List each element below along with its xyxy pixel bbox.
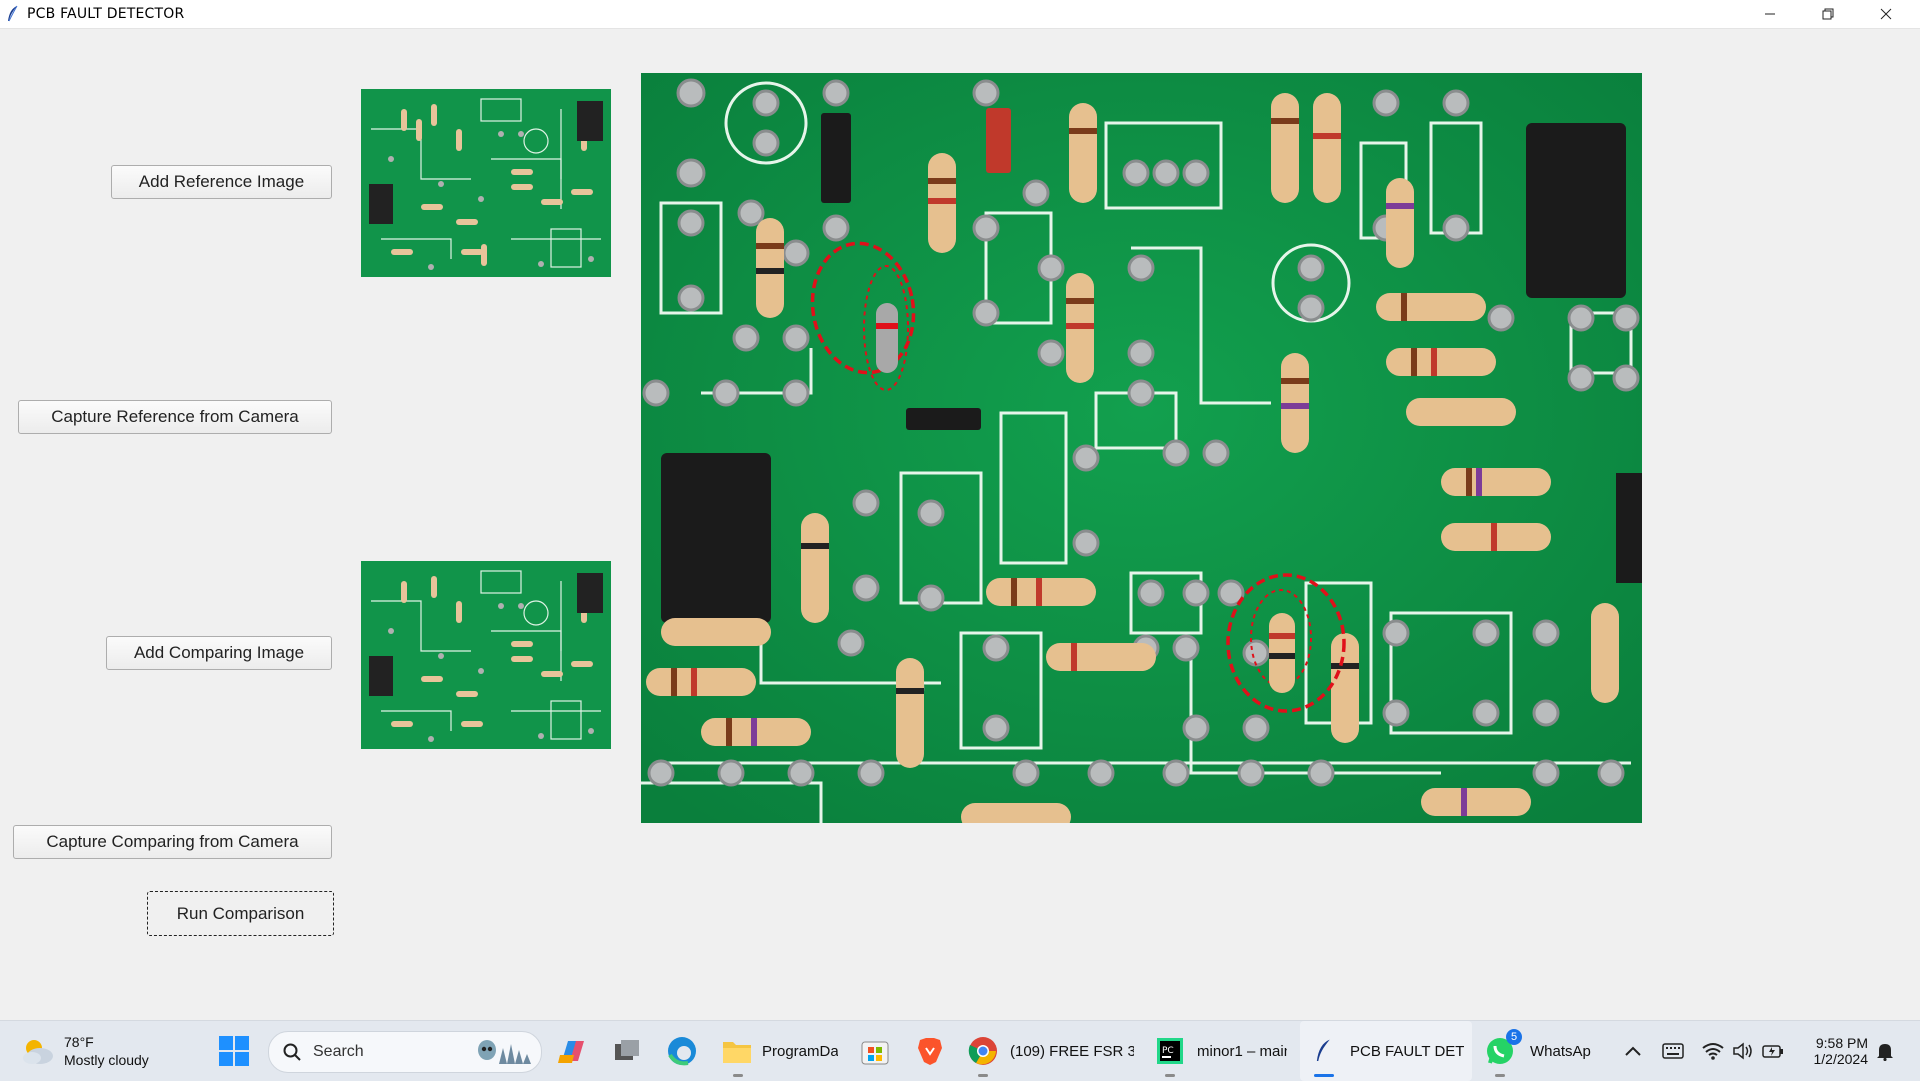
restore-button[interactable] [1799, 0, 1857, 28]
weather-temperature: 78°F [64, 1034, 94, 1050]
battery-charging-icon [1762, 1045, 1783, 1058]
search-icon [283, 1043, 301, 1061]
add-comparing-image-button[interactable]: Add Comparing Image [106, 636, 332, 670]
wifi-tray-button[interactable] [1702, 1021, 1724, 1081]
add-reference-image-button[interactable]: Add Reference Image [111, 165, 332, 199]
weather-description: Mostly cloudy [64, 1052, 149, 1068]
minimize-icon [1765, 13, 1775, 15]
svg-text:PC: PC [1162, 1046, 1174, 1056]
windows-logo-icon [219, 1036, 249, 1066]
weather-widget[interactable]: 78°F Mostly cloudy [20, 1021, 149, 1081]
taskbar-app-label: (109) FREE FSR 3 F [1010, 1042, 1134, 1060]
notification-badge: 5 [1506, 1029, 1522, 1045]
cloud-sun-icon [23, 1040, 53, 1064]
window-title: PCB FAULT DETECTOR [27, 6, 185, 22]
keyboard-tray-button[interactable] [1662, 1021, 1684, 1081]
chrome-icon [968, 1037, 997, 1065]
taskbar-app-label: ProgramDa [762, 1042, 838, 1060]
reference-image-thumbnail [361, 89, 611, 277]
running-indicator [1495, 1074, 1505, 1077]
taskbar: 78°F Mostly cloudy Search ProgramDa (109… [0, 1020, 1920, 1081]
capture-comparing-camera-button[interactable]: Capture Comparing from Camera [13, 825, 332, 859]
task-view-button[interactable] [612, 1021, 642, 1081]
close-icon [1880, 8, 1892, 20]
keyboard-icon [1662, 1043, 1684, 1059]
speaker-icon [1733, 1042, 1752, 1060]
clock[interactable]: 9:58 PM 1/2/2024 [1800, 1021, 1869, 1081]
edge-icon [668, 1037, 696, 1066]
title-bar: PCB FAULT DETECTOR [0, 0, 1920, 29]
battery-tray-button[interactable] [1762, 1021, 1784, 1081]
close-button[interactable] [1857, 0, 1915, 28]
running-indicator [733, 1074, 743, 1077]
taskbar-app-whatsapp[interactable]: 5 WhatsAp [1484, 1021, 1594, 1081]
search-placeholder: Search [313, 1043, 364, 1060]
folder-icon [723, 1042, 751, 1063]
clock-time: 9:58 PM [1815, 1035, 1868, 1051]
store-button[interactable] [860, 1021, 890, 1081]
edge-button[interactable] [666, 1021, 698, 1081]
taskbar-app-pcb-fault-detector[interactable]: PCB FAULT DETE [1300, 1021, 1472, 1081]
main-window: Add Reference Image Capture Reference fr… [0, 29, 1920, 1020]
run-comparison-button[interactable]: Run Comparison [147, 891, 334, 936]
taskbar-app-label: WhatsAp [1530, 1042, 1591, 1060]
notifications-button[interactable] [1876, 1021, 1894, 1081]
brave-lion-icon [918, 1038, 942, 1065]
minimize-button[interactable] [1741, 0, 1799, 28]
wifi-icon [1702, 1043, 1724, 1060]
taskbar-app-chrome[interactable]: (109) FREE FSR 3 F [968, 1021, 1134, 1081]
active-indicator [1314, 1074, 1334, 1077]
taskbar-app-pycharm[interactable]: PC minor1 – main [1157, 1021, 1287, 1081]
start-button[interactable] [218, 1021, 250, 1081]
show-hidden-icons-button[interactable] [1624, 1021, 1642, 1081]
task-view-icon [615, 1040, 639, 1060]
chevron-up-icon [1625, 1046, 1641, 1056]
taskbar-app-label: minor1 – main [1197, 1042, 1287, 1060]
comparison-result-image [641, 73, 1642, 823]
pycharm-icon: PC [1157, 1038, 1183, 1064]
taskbar-app-label: PCB FAULT DETE [1350, 1042, 1464, 1060]
volume-tray-button[interactable] [1732, 1021, 1754, 1081]
store-icon [861, 1041, 889, 1065]
copilot-icon [558, 1041, 584, 1063]
brave-button[interactable] [916, 1021, 944, 1081]
copilot-button[interactable] [556, 1021, 588, 1081]
taskbar-app-file-explorer[interactable]: ProgramDa [722, 1021, 838, 1081]
running-indicator [978, 1074, 988, 1077]
search-input[interactable]: Search [268, 1031, 542, 1073]
comparing-image-thumbnail [361, 561, 611, 749]
bell-icon [1877, 1044, 1893, 1061]
restore-icon [1822, 8, 1834, 20]
running-indicator [1165, 1074, 1175, 1077]
search-highlight-icon [478, 1040, 531, 1064]
clock-date: 1/2/2024 [1813, 1051, 1869, 1067]
feather-icon [8, 5, 18, 22]
capture-reference-camera-button[interactable]: Capture Reference from Camera [18, 400, 332, 434]
feather-icon [1316, 1039, 1330, 1061]
